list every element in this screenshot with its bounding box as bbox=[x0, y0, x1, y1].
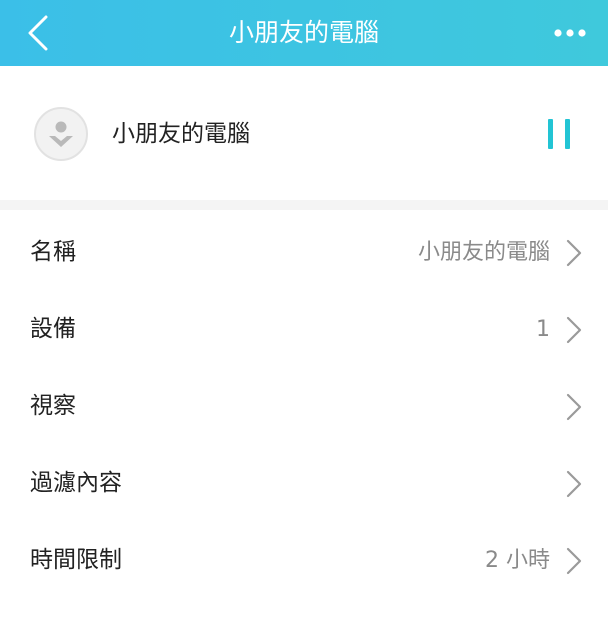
page-title: 小朋友的電腦 bbox=[228, 18, 379, 47]
chevron-right-icon bbox=[566, 239, 582, 267]
row-label: 名稱 bbox=[30, 239, 76, 265]
profile-card: 小朋友的電腦 bbox=[0, 66, 608, 200]
pause-button[interactable] bbox=[544, 116, 574, 152]
more-options-button[interactable] bbox=[550, 18, 590, 48]
row-value: 小朋友的電腦 bbox=[417, 240, 550, 265]
row-label: 過濾內容 bbox=[30, 470, 122, 496]
profile-name: 小朋友的電腦 bbox=[112, 121, 250, 147]
row-label: 時間限制 bbox=[30, 547, 122, 573]
row-label: 設備 bbox=[30, 316, 76, 342]
chevron-right-icon bbox=[566, 316, 582, 344]
row-value: 1 bbox=[536, 317, 550, 342]
settings-row-monitor[interactable]: 視察 bbox=[0, 353, 608, 430]
row-label: 視察 bbox=[30, 393, 76, 419]
settings-row-time-limit[interactable]: 時間限制 2 小時 bbox=[0, 507, 608, 584]
settings-row-name[interactable]: 名稱 小朋友的電腦 bbox=[0, 199, 608, 276]
chevron-right-icon bbox=[566, 393, 582, 421]
chevron-left-icon bbox=[28, 15, 48, 51]
chevron-right-icon bbox=[566, 547, 582, 575]
back-button[interactable] bbox=[18, 10, 58, 56]
user-avatar-icon bbox=[49, 121, 73, 147]
pause-icon bbox=[548, 119, 570, 149]
row-value: 2 小時 bbox=[485, 548, 550, 573]
chevron-right-icon bbox=[566, 470, 582, 498]
settings-list: 名稱 小朋友的電腦 設備 1 視察 過濾內容 時間限制 2 小時 bbox=[0, 210, 608, 595]
settings-row-content-filter[interactable]: 過濾內容 bbox=[0, 430, 608, 507]
avatar[interactable] bbox=[34, 107, 88, 161]
app-header: 小朋友的電腦 bbox=[0, 0, 608, 66]
settings-row-devices[interactable]: 設備 1 bbox=[0, 276, 608, 353]
more-horizontal-icon bbox=[554, 29, 586, 37]
